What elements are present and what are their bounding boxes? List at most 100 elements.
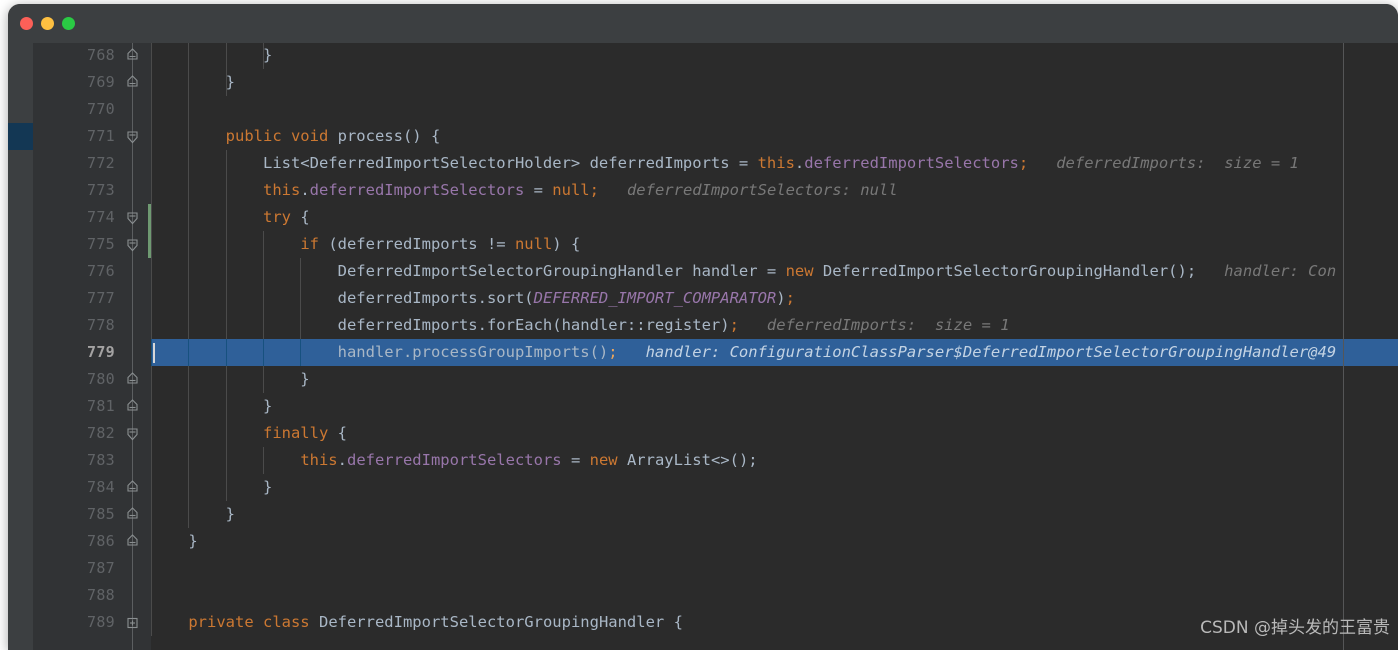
code-line[interactable]: try {	[151, 204, 1398, 231]
code-token: new	[589, 451, 618, 469]
code-line[interactable]: handler.processGroupImports(); handler: …	[151, 339, 1398, 366]
window-titlebar	[8, 4, 1398, 43]
code-line[interactable]: }	[151, 474, 1398, 501]
editor-gutter[interactable]: 768 769 770 771 772 773 774 775 776 777 778 779 780 7…	[33, 43, 151, 650]
fold-collapse-up-icon[interactable]	[124, 42, 141, 69]
line-number: 780	[87, 370, 115, 388]
fold-collapse-up-icon[interactable]	[124, 69, 141, 96]
code-canvas[interactable]: } } public void process() { List<Deferre…	[151, 43, 1398, 650]
code-line[interactable]	[151, 555, 1398, 582]
close-traffic-light-icon[interactable]	[20, 17, 33, 30]
code-line[interactable]: deferredImports.forEach(handler::registe…	[151, 312, 1398, 339]
code-line[interactable]: if (deferredImports != null) {	[151, 231, 1398, 258]
code-token: ;	[785, 289, 795, 307]
code-token: deferredImportSelectors	[346, 451, 562, 469]
line-number: 783	[87, 451, 115, 469]
code-token: deferredImportSelectors	[309, 181, 525, 199]
fold-collapse-down-icon[interactable]	[124, 231, 141, 258]
code-line-text: this.deferredImportSelectors = null; def…	[151, 177, 898, 204]
code-editor[interactable]: 768 769 770 771 772 773 774 775 776 777 778 779 780 7…	[8, 43, 1398, 650]
code-line-text: DeferredImportSelectorGroupingHandler ha…	[151, 258, 1337, 285]
code-token: }	[151, 505, 235, 523]
code-line[interactable]: this.deferredImportSelectors = new Array…	[151, 447, 1398, 474]
code-token: }	[151, 46, 273, 64]
fold-collapse-down-icon[interactable]	[124, 204, 141, 231]
line-number: 788	[87, 586, 115, 604]
vcs-annotation-strip[interactable]	[8, 43, 33, 650]
code-token: }	[151, 478, 273, 496]
code-folding-column[interactable]	[115, 43, 151, 650]
inline-debug-hint: deferredImports: size = 1	[1028, 154, 1299, 172]
inline-debug-hint: deferredImportSelectors: null	[598, 181, 898, 199]
fold-expand-box-icon[interactable]	[124, 609, 141, 636]
minimize-traffic-light-icon[interactable]	[41, 17, 54, 30]
line-number: 774	[87, 208, 115, 226]
inline-debug-hint: deferredImports: size = 1	[738, 316, 1010, 334]
fold-collapse-down-icon[interactable]	[124, 420, 141, 447]
code-line-text: public void process() {	[151, 123, 441, 150]
line-number: 773	[87, 181, 115, 199]
code-line[interactable]: }	[151, 501, 1398, 528]
vcs-change-marker[interactable]	[8, 123, 33, 150]
code-line-text: }	[151, 366, 310, 393]
code-line-text: try {	[151, 204, 310, 231]
indent-guide	[151, 555, 152, 582]
code-line-text: handler.processGroupImports(); handler: …	[151, 339, 1337, 366]
code-line[interactable]: }	[151, 69, 1398, 96]
code-token: finally	[262, 424, 329, 442]
code-token: List<DeferredImportSelectorHolder> defer…	[151, 154, 758, 172]
code-token: public void	[225, 127, 338, 145]
code-token: .	[794, 154, 805, 172]
code-token: }	[151, 532, 198, 550]
code-line[interactable]	[151, 96, 1398, 123]
line-number: 787	[87, 559, 115, 577]
code-line-text: }	[151, 528, 198, 555]
line-number: 785	[87, 505, 115, 523]
code-token: ) {	[552, 235, 581, 253]
code-line[interactable]: }	[151, 43, 1398, 69]
code-line-text: finally {	[151, 420, 347, 447]
code-line[interactable]: }	[151, 528, 1398, 555]
code-line-text: }	[151, 393, 272, 420]
fold-collapse-down-icon[interactable]	[124, 123, 141, 150]
code-token: =	[561, 451, 590, 469]
indent-guide	[151, 582, 152, 609]
code-token: ;	[608, 343, 618, 361]
csdn-watermark: CSDN @掉头发的王富贵	[1200, 618, 1390, 638]
code-token: }	[151, 370, 310, 388]
code-line[interactable]: deferredImports.sort(DEFERRED_IMPORT_COM…	[151, 285, 1398, 312]
code-token: () {	[402, 127, 441, 145]
line-number: 777	[87, 289, 115, 307]
code-line[interactable]	[151, 582, 1398, 609]
code-token: (deferredImports !=	[318, 235, 515, 253]
fold-collapse-up-icon[interactable]	[124, 528, 141, 555]
line-number: 778	[87, 316, 115, 334]
fold-collapse-up-icon[interactable]	[124, 366, 141, 393]
fold-collapse-up-icon[interactable]	[124, 474, 141, 501]
code-line[interactable]: List<DeferredImportSelectorHolder> defer…	[151, 150, 1398, 177]
code-token: deferredImports.forEach(handler::registe…	[151, 316, 730, 334]
ide-window: 768 769 770 771 772 773 774 775 776 777 778 779 780 7…	[8, 4, 1398, 650]
code-line-text: if (deferredImports != null) {	[151, 231, 580, 258]
code-line[interactable]: DeferredImportSelectorGroupingHandler ha…	[151, 258, 1398, 285]
line-number: 789	[87, 613, 115, 631]
window-controls[interactable]	[20, 17, 75, 30]
code-token: {	[664, 613, 683, 631]
code-line[interactable]: }	[151, 393, 1398, 420]
code-token: ;	[589, 181, 599, 199]
fold-collapse-up-icon[interactable]	[124, 393, 141, 420]
fold-collapse-up-icon[interactable]	[124, 501, 141, 528]
maximize-traffic-light-icon[interactable]	[62, 17, 75, 30]
code-line-text: }	[151, 69, 235, 96]
code-line[interactable]: public void process() {	[151, 123, 1398, 150]
code-line[interactable]: finally {	[151, 420, 1398, 447]
code-line[interactable]: }	[151, 366, 1398, 393]
code-line[interactable]: this.deferredImportSelectors = null; def…	[151, 177, 1398, 204]
code-line-text: List<DeferredImportSelectorHolder> defer…	[151, 150, 1299, 177]
